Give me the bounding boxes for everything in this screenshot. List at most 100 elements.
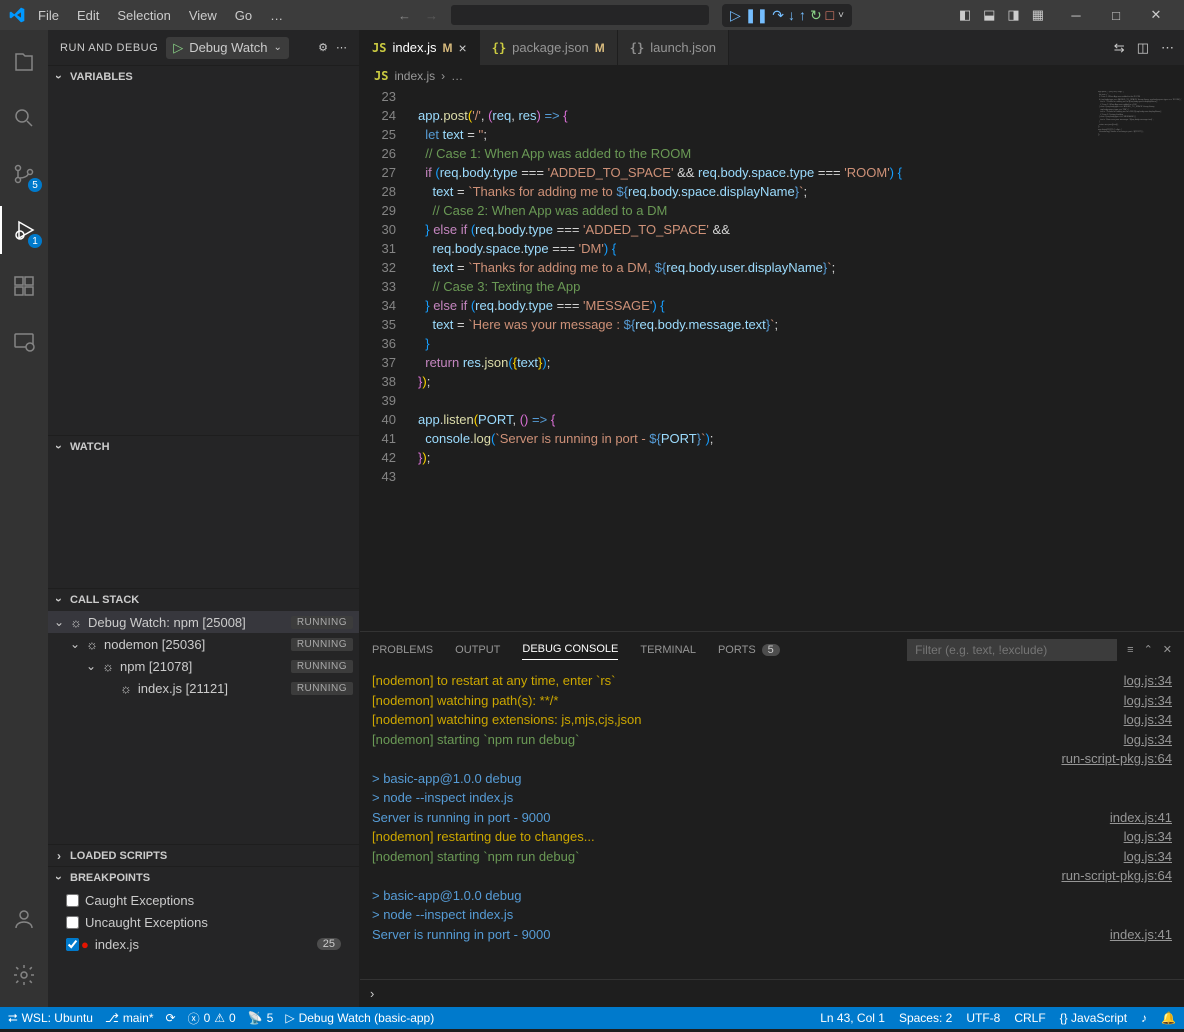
menu-…[interactable]: … [262, 4, 291, 27]
breakpoint-file[interactable]: ●index.js25 [48, 933, 359, 955]
status-problems[interactable]: ⓧ0 ⚠0 [188, 1010, 236, 1027]
panel-tab-output[interactable]: OUTPUT [455, 640, 500, 660]
layout-secondary-sidebar-icon[interactable]: ◨ [1007, 7, 1019, 23]
menu-selection[interactable]: Selection [109, 4, 178, 27]
activity-run-debug-icon[interactable]: 1 [0, 206, 48, 254]
more-icon[interactable]: ⋯ [336, 41, 347, 54]
status-branch[interactable]: ⎇main* [105, 1011, 154, 1025]
console-source-link[interactable]: log.js:34 [1124, 710, 1172, 730]
debug-config-selector[interactable]: ▷ Debug Watch ⌄ [166, 37, 289, 59]
status-item[interactable]: CRLF [1014, 1011, 1045, 1025]
debug-step-into-icon[interactable]: ↓ [788, 7, 795, 23]
callstack-item[interactable]: ⌄☼nodemon [25036]RUNNING [48, 633, 359, 655]
activity-explorer-icon[interactable] [0, 38, 48, 86]
panel-tab-problems[interactable]: PROBLEMS [372, 640, 433, 660]
debug-toolbar-chevron-icon[interactable]: ˅ [838, 10, 844, 21]
code-content[interactable]: app.post('/', (req, res) => { let text =… [410, 87, 1094, 631]
console-source-link[interactable]: index.js:41 [1110, 925, 1172, 945]
console-source-link[interactable]: log.js:34 [1124, 671, 1172, 691]
status-item[interactable]: Spaces: 2 [899, 1011, 952, 1025]
status-remote[interactable]: ⮂WSL: Ubuntu [8, 1011, 93, 1026]
debug-step-out-icon[interactable]: ↑ [799, 7, 806, 23]
line-gutter[interactable]: 2324252627282930313233343536373839404142… [360, 87, 410, 631]
breakpoint-caught[interactable]: Caught Exceptions [48, 889, 359, 911]
console-source-link[interactable]: run-script-pkg.js:64 [1061, 866, 1172, 886]
compare-changes-icon[interactable]: ⇆ [1114, 40, 1125, 56]
activity-source-control-icon[interactable]: 5 [0, 150, 48, 198]
bp-checkbox[interactable] [66, 894, 79, 907]
console-source-link[interactable]: run-script-pkg.js:64 [1061, 749, 1172, 769]
debug-console-filter[interactable] [907, 639, 1117, 661]
panel-view-icon[interactable]: ≡ [1127, 640, 1133, 660]
menu-file[interactable]: File [30, 4, 67, 27]
status-sync[interactable]: ⟳ [166, 1011, 176, 1025]
breadcrumb-more[interactable]: … [451, 69, 463, 83]
layout-panel-icon[interactable]: ⬓ [983, 7, 995, 23]
console-source-link[interactable]: log.js:34 [1124, 827, 1172, 847]
status-item[interactable]: UTF-8 [966, 1011, 1000, 1025]
debug-step-over-icon[interactable]: ↷ [772, 7, 784, 24]
section-watch[interactable]: ›WATCH [48, 436, 359, 458]
gear-icon[interactable]: ⚙ [318, 41, 328, 54]
callstack-item[interactable]: ☼index.js [21121]RUNNING [48, 677, 359, 699]
tab-package-json[interactable]: {}package.jsonM [480, 30, 618, 65]
split-editor-icon[interactable]: ◫ [1137, 40, 1149, 56]
callstack-item[interactable]: ⌄☼npm [21078]RUNNING [48, 655, 359, 677]
breakpoint-uncaught[interactable]: Uncaught Exceptions [48, 911, 359, 933]
panel-close-icon[interactable]: ✕ [1163, 639, 1172, 660]
chevron-down-icon[interactable]: ⌄ [54, 615, 64, 629]
window-minimize-icon[interactable]: ─ [1056, 0, 1096, 30]
status-item[interactable]: 🔔 [1161, 1011, 1176, 1025]
console-source-link[interactable]: log.js:34 [1124, 847, 1172, 867]
tab-launch-json[interactable]: {}launch.json [618, 30, 729, 65]
debug-console-output[interactable]: [nodemon] to restart at any time, enter … [360, 667, 1184, 979]
menu-edit[interactable]: Edit [69, 4, 107, 27]
window-close-icon[interactable]: ✕ [1136, 0, 1176, 30]
minimap[interactable]: app.post('/', (req, res) =&gt; { let tex… [1094, 87, 1184, 631]
menu-go[interactable]: Go [227, 4, 260, 27]
status-item[interactable]: {} JavaScript [1060, 1011, 1127, 1025]
code-editor[interactable]: 2324252627282930313233343536373839404142… [360, 87, 1184, 631]
console-source-link[interactable]: index.js:41 [1110, 808, 1172, 828]
section-callstack[interactable]: ›CALL STACK [48, 589, 359, 611]
chevron-down-icon[interactable]: ⌄ [86, 659, 96, 673]
nav-forward-icon[interactable]: → [425, 8, 438, 23]
breadcrumb-file[interactable]: index.js [394, 69, 435, 83]
panel-tab-debug-console[interactable]: DEBUG CONSOLE [522, 639, 618, 660]
panel-clear-icon[interactable]: ⌃ [1144, 639, 1153, 660]
activity-settings-icon[interactable] [0, 951, 48, 999]
command-center[interactable] [450, 4, 710, 26]
debug-console-input[interactable]: › [360, 979, 1184, 1007]
status-item[interactable]: ♪ [1141, 1011, 1147, 1025]
status-ports[interactable]: 📡5 [248, 1011, 274, 1025]
bp-checkbox[interactable] [66, 916, 79, 929]
section-loaded-scripts[interactable]: ›LOADED SCRIPTS [48, 845, 359, 867]
start-debug-icon[interactable]: ▷ [173, 40, 183, 56]
debug-stop-icon[interactable]: □ [826, 7, 834, 23]
bp-checkbox[interactable] [66, 938, 79, 951]
callstack-item[interactable]: ⌄☼Debug Watch: npm [25008]RUNNING [48, 611, 359, 633]
layout-customize-icon[interactable]: ▦ [1032, 7, 1044, 23]
menu-view[interactable]: View [181, 4, 225, 27]
status-debug[interactable]: ▷Debug Watch (basic-app) [285, 1011, 434, 1025]
panel-tab-ports[interactable]: PORTS [718, 640, 756, 660]
nav-back-icon[interactable]: ← [398, 8, 411, 23]
window-maximize-icon[interactable]: □ [1096, 0, 1136, 30]
breadcrumb[interactable]: JS index.js › … [360, 65, 1184, 87]
layout-primary-sidebar-icon[interactable]: ◧ [959, 7, 971, 23]
debug-restart-icon[interactable]: ↻ [810, 7, 822, 24]
section-breakpoints[interactable]: ›BREAKPOINTS [48, 867, 359, 889]
status-item[interactable]: Ln 43, Col 1 [820, 1011, 885, 1025]
debug-pause-icon[interactable]: ❚❚ [745, 7, 768, 24]
activity-remote-explorer-icon[interactable] [0, 318, 48, 366]
activity-search-icon[interactable] [0, 94, 48, 142]
chevron-down-icon[interactable]: ⌄ [70, 637, 80, 651]
more-icon[interactable]: ⋯ [1161, 40, 1174, 56]
panel-tab-terminal[interactable]: TERMINAL [640, 640, 696, 660]
activity-extensions-icon[interactable] [0, 262, 48, 310]
tab-close-icon[interactable]: × [459, 40, 467, 56]
activity-accounts-icon[interactable] [0, 895, 48, 943]
section-variables[interactable]: ›VARIABLES [48, 66, 359, 88]
debug-continue-icon[interactable]: ▷ [730, 7, 741, 24]
console-source-link[interactable]: log.js:34 [1124, 691, 1172, 711]
